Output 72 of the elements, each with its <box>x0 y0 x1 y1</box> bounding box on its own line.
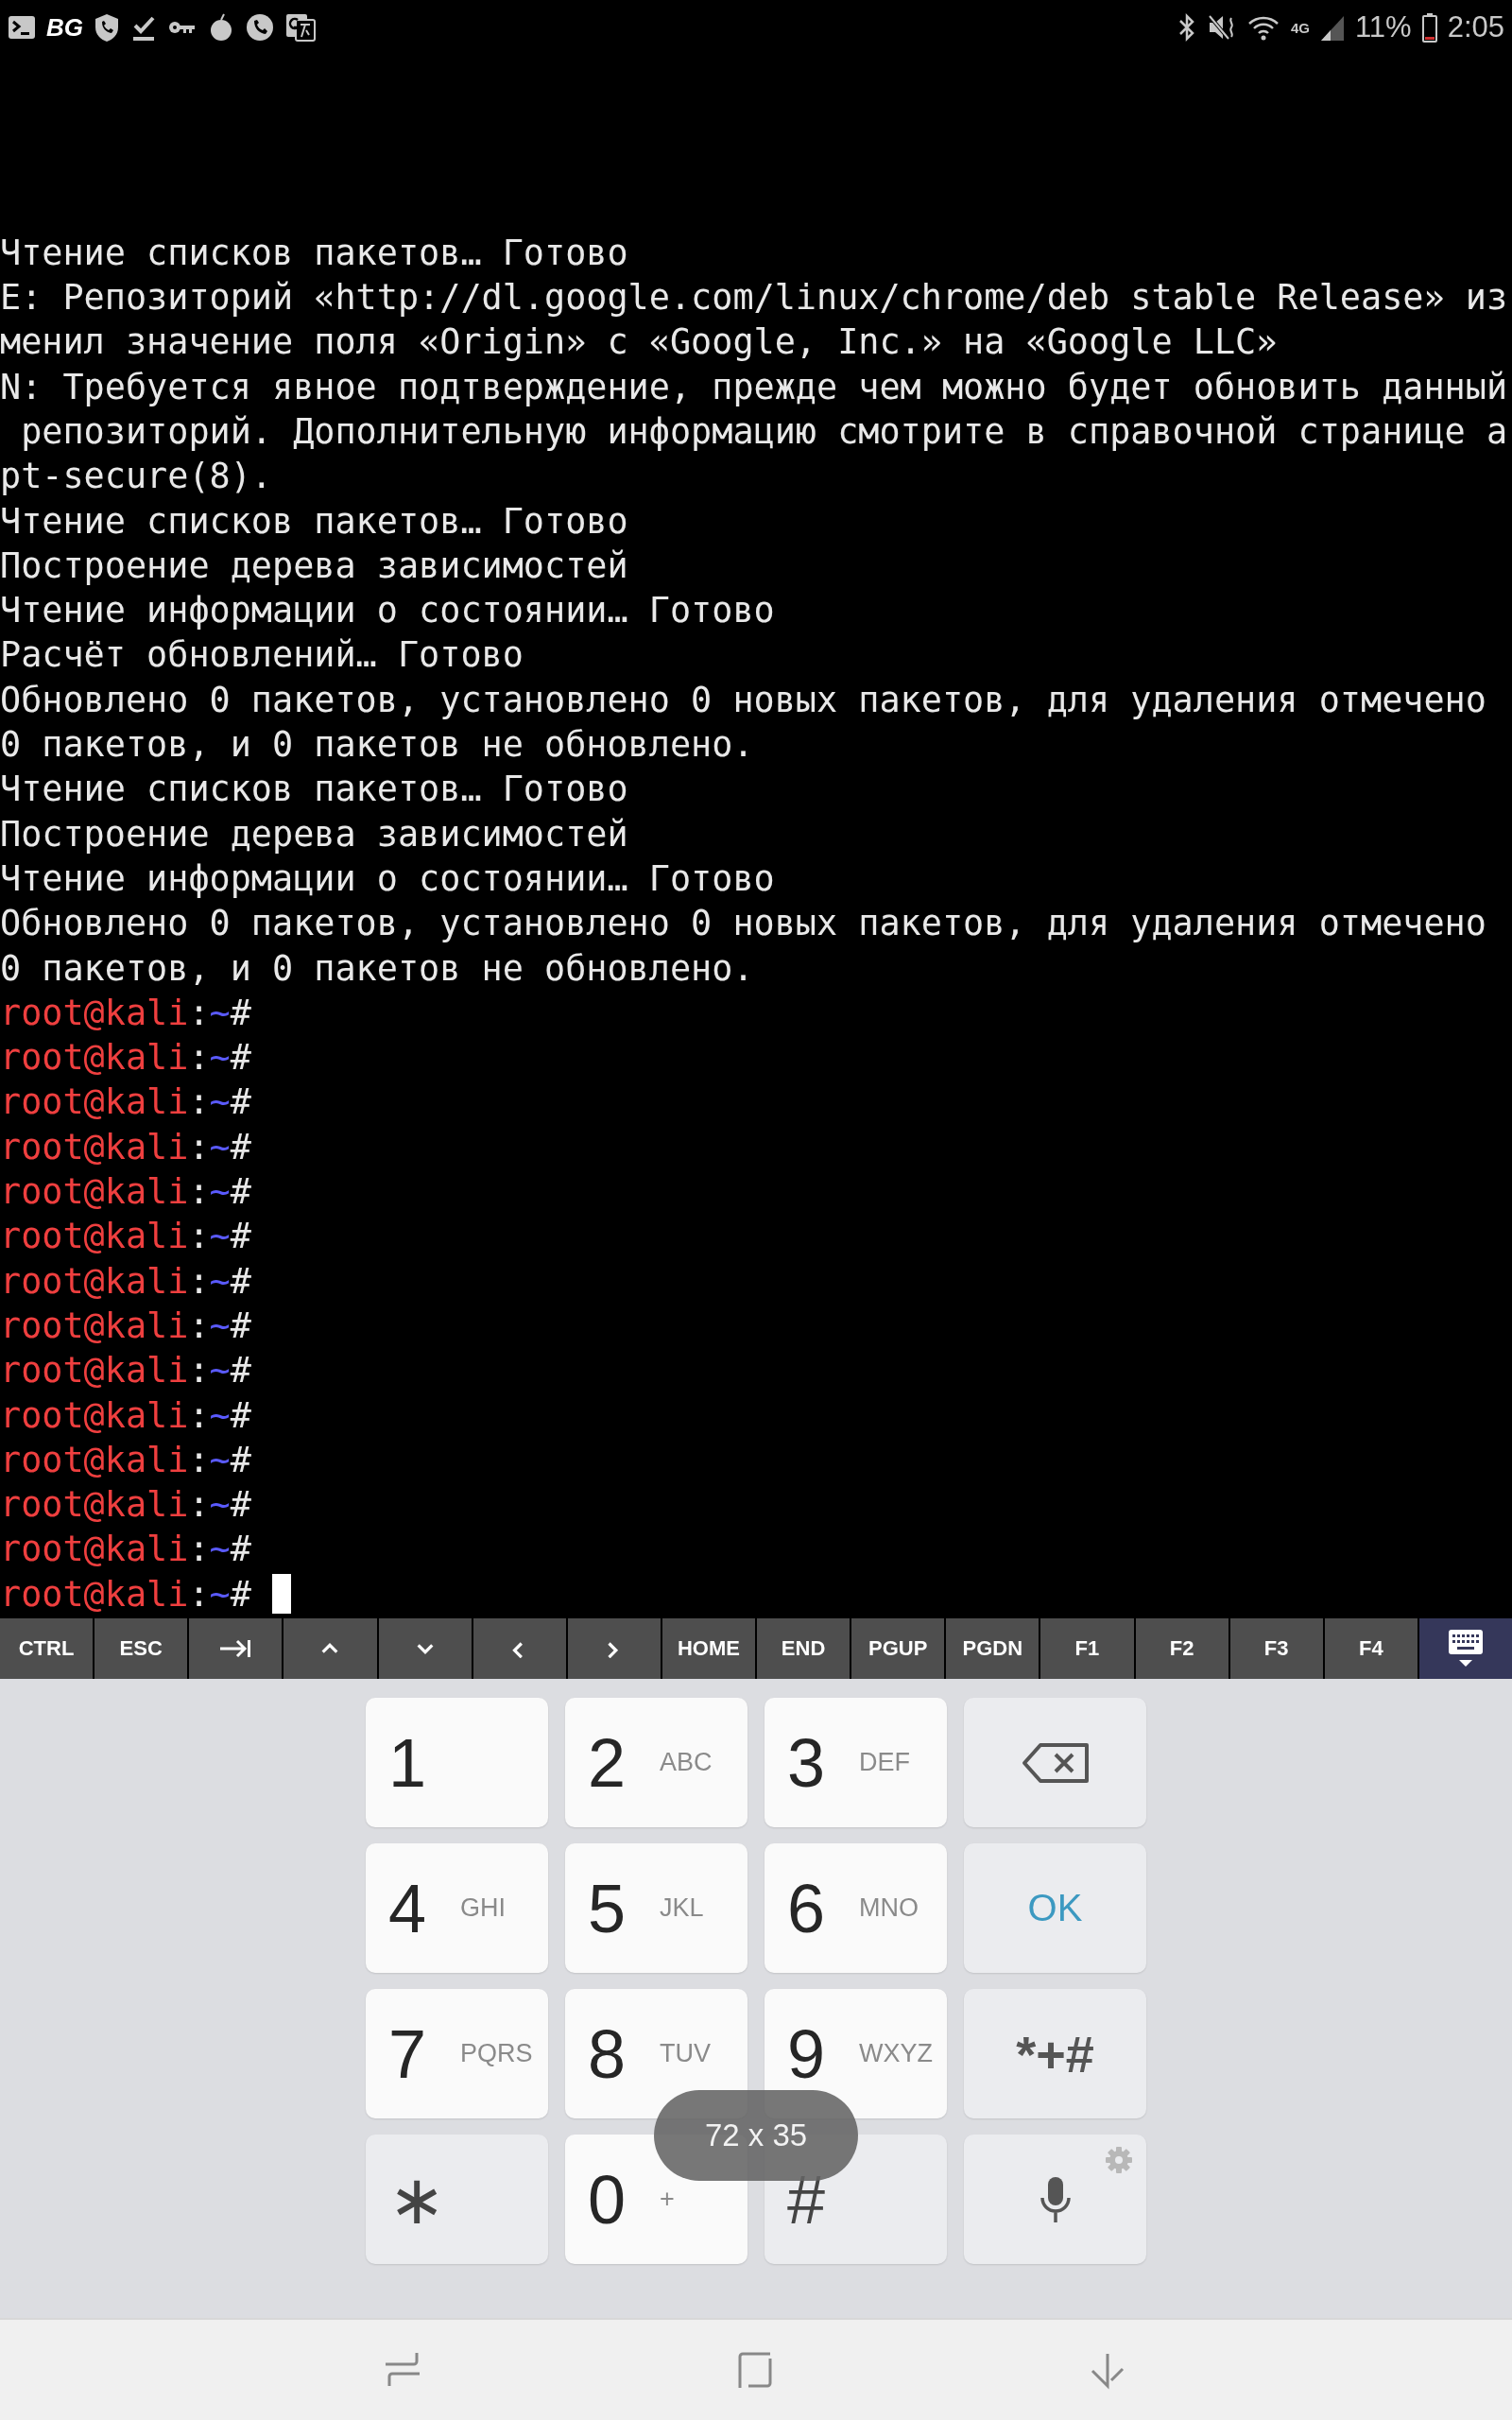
symbols-key[interactable]: *+# <box>964 1989 1146 2118</box>
keyboard-icon <box>1446 1628 1485 1669</box>
terminal-line: менил значение поля «Origin» с «Google, Inc.» на «Google LLC» <box>0 320 1278 365</box>
battery-icon <box>1420 12 1438 43</box>
prompt-line: root@kali:~# <box>0 1080 252 1125</box>
extra-key[interactable] <box>189 1618 283 1679</box>
terminal-line: Чтение списков пакетов… Готово <box>0 768 628 812</box>
extra-key[interactable]: F3 <box>1229 1618 1323 1679</box>
dial-key[interactable]: 5 JKL <box>565 1843 747 1973</box>
terminal-line: N: Требуется явное подтверждение, прежде чем можно будет обновить данный <box>0 365 1508 409</box>
terminal-line: Чтение информации о состоянии… Готово <box>0 856 775 901</box>
translate-icon <box>285 12 316 43</box>
terminal-line: Расчёт обновлений… Готово <box>0 633 524 678</box>
extra-key[interactable]: F4 <box>1324 1618 1418 1679</box>
prompt-line: root@kali:~# <box>0 1393 252 1438</box>
clock: 2:05 <box>1447 10 1504 44</box>
dial-key[interactable]: 3 DEF <box>765 1698 947 1827</box>
extra-key[interactable]: ESC <box>94 1618 188 1679</box>
extra-key[interactable]: F2 <box>1135 1618 1228 1679</box>
terminal-line: 0 пакетов, и 0 пакетов не обновлено. <box>0 946 754 991</box>
backspace-key[interactable] <box>964 1698 1146 1827</box>
network-type: 4G <box>1290 19 1310 36</box>
dial-key[interactable]: 2 ABC <box>565 1698 747 1827</box>
symbol-key[interactable]: ∗ <box>366 2135 548 2264</box>
terminal-line: Чтение информации о состоянии… Готово <box>0 589 775 633</box>
terminal-line: 0 пакетов, и 0 пакетов не обновлено. <box>0 723 754 768</box>
status-label: BG <box>46 12 83 43</box>
terminal-line: Чтение списков пакетов… Готово <box>0 231 628 275</box>
extra-key[interactable] <box>1418 1618 1512 1679</box>
prompt-line: root@kali:~# <box>0 1438 252 1482</box>
terminal-line: Обновлено 0 пакетов, установлено 0 новых пакетов, для удаления отмечено <box>0 902 1486 946</box>
tab-icon <box>218 1638 253 1659</box>
dial-key[interactable]: 4 GHI <box>366 1843 548 1973</box>
dial-key[interactable]: 7 PQRS <box>366 1989 548 2118</box>
prompt-line: root@kali:~# <box>0 1483 252 1528</box>
extra-key[interactable]: PGUP <box>851 1618 945 1679</box>
extra-key[interactable]: HOME <box>662 1618 755 1679</box>
prompt-line: root@kali:~# <box>0 1528 252 1572</box>
terminal-line: Чтение списков пакетов… Готово <box>0 499 628 544</box>
terminal-line: Обновлено 0 пакетов, установлено 0 новых пакетов, для удаления отмечено <box>0 678 1486 722</box>
prompt-line: root@kali:~# <box>0 1036 252 1080</box>
terminal-line: репозиторий. Дополнительную информацию смотрите в справочной странице а <box>20 410 1508 454</box>
terminal-line: Построение дерева зависимостей <box>0 544 628 588</box>
dial-key[interactable]: 6 MNO <box>765 1843 947 1973</box>
dial-key[interactable]: 9 WXYZ <box>765 1989 947 2118</box>
prompt-line: root@kali:~# <box>0 991 252 1035</box>
home-icon[interactable] <box>736 2350 774 2390</box>
prompt-line: root@kali:~# <box>0 1349 252 1393</box>
microphone-icon <box>1038 2174 1073 2224</box>
terminal-line: E: Репозиторий «http://dl.google.com/linux/chrome/deb stable Release» из <box>0 276 1508 320</box>
prompt-line: root@kali:~# <box>0 1304 252 1348</box>
prompt-line: root@kali:~# <box>0 1125 252 1169</box>
dial-key[interactable]: 1 <box>366 1698 548 1827</box>
size-toast: 72 x 35 <box>654 2090 858 2181</box>
battery-percent: 11% <box>1354 10 1412 44</box>
prompt-line: root@kali:~# <box>0 1571 291 1616</box>
extra-key[interactable]: F1 <box>1040 1618 1134 1679</box>
extra-key[interactable]: END <box>757 1618 850 1679</box>
bomb-icon <box>208 12 234 43</box>
phone-icon <box>245 12 275 43</box>
shield-phone-icon <box>94 12 120 43</box>
terminal-line: pt-secure(8). <box>0 455 272 499</box>
terminal-line: Построение дерева зависимостей <box>0 812 628 856</box>
voice-input-key[interactable] <box>964 2135 1146 2264</box>
prompt-line: root@kali:~# <box>0 1170 252 1215</box>
dial-key[interactable]: 8 TUV <box>565 1989 747 2118</box>
prompt-line: root@kali:~# <box>0 1259 252 1304</box>
prompt-line: root@kali:~# <box>0 1215 252 1259</box>
extra-key[interactable]: PGDN <box>946 1618 1040 1679</box>
settings-icon[interactable] <box>1105 2146 1133 2174</box>
backspace-icon <box>1021 1741 1090 1784</box>
extra-key[interactable]: CTRL <box>0 1618 94 1679</box>
